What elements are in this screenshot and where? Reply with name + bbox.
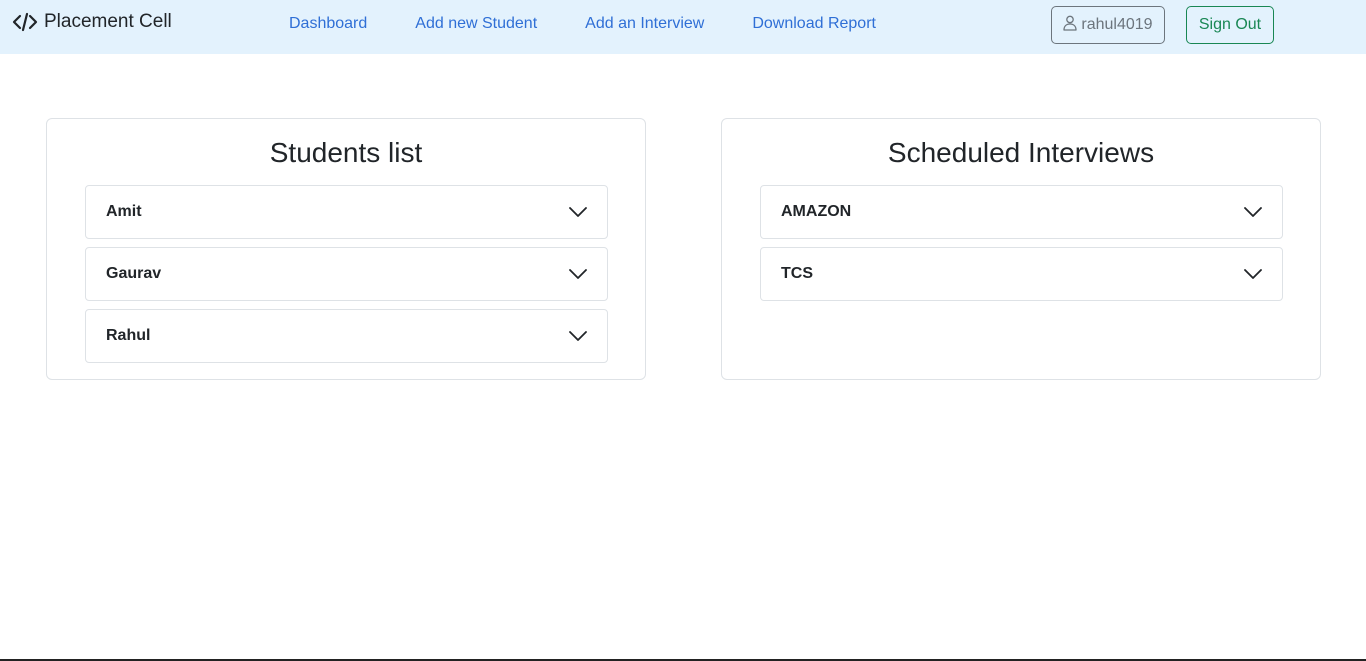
nav-link-dashboard[interactable]: Dashboard <box>289 15 367 33</box>
user-button[interactable]: rahul4019 <box>1051 6 1165 44</box>
interviews-title: Scheduled Interviews <box>887 137 1155 168</box>
interview-item-amazon[interactable]: AMAZON <box>760 185 1283 239</box>
chevron-down-icon <box>1244 269 1262 279</box>
brand-name: Placement Cell <box>44 11 172 32</box>
chevron-down-icon <box>569 269 587 279</box>
student-item-amit[interactable]: Amit <box>85 185 608 239</box>
student-name: Rahul <box>106 327 151 344</box>
interview-item-tcs[interactable]: TCS <box>760 247 1283 301</box>
brand[interactable]: Placement Cell <box>12 10 172 34</box>
chevron-down-icon <box>569 331 587 341</box>
company-name: TCS <box>781 265 813 282</box>
person-icon <box>1063 15 1078 36</box>
nav-links: Dashboard Add new Student Add an Intervi… <box>289 15 924 33</box>
navbar: Placement Cell Dashboard Add new Student… <box>0 0 1366 54</box>
user-name: rahul4019 <box>1081 16 1153 33</box>
chevron-down-icon <box>1244 207 1262 217</box>
sign-out-button[interactable]: Sign Out <box>1186 6 1274 44</box>
student-name: Gaurav <box>106 265 162 282</box>
chevron-down-icon <box>569 207 587 217</box>
students-title: Students list <box>269 137 423 168</box>
code-icon <box>12 12 38 32</box>
student-item-gaurav[interactable]: Gaurav <box>85 247 608 301</box>
company-name: AMAZON <box>781 203 852 220</box>
nav-link-add-student[interactable]: Add new Student <box>415 15 537 33</box>
interviews-card: Scheduled Interviews AMAZON TCS <box>721 118 1321 380</box>
nav-link-download-report[interactable]: Download Report <box>752 15 876 33</box>
student-name: Amit <box>106 203 142 220</box>
students-card: Students list Amit Gaurav Rahul <box>46 118 646 380</box>
student-item-rahul[interactable]: Rahul <box>85 309 608 363</box>
nav-link-add-interview[interactable]: Add an Interview <box>585 15 704 33</box>
